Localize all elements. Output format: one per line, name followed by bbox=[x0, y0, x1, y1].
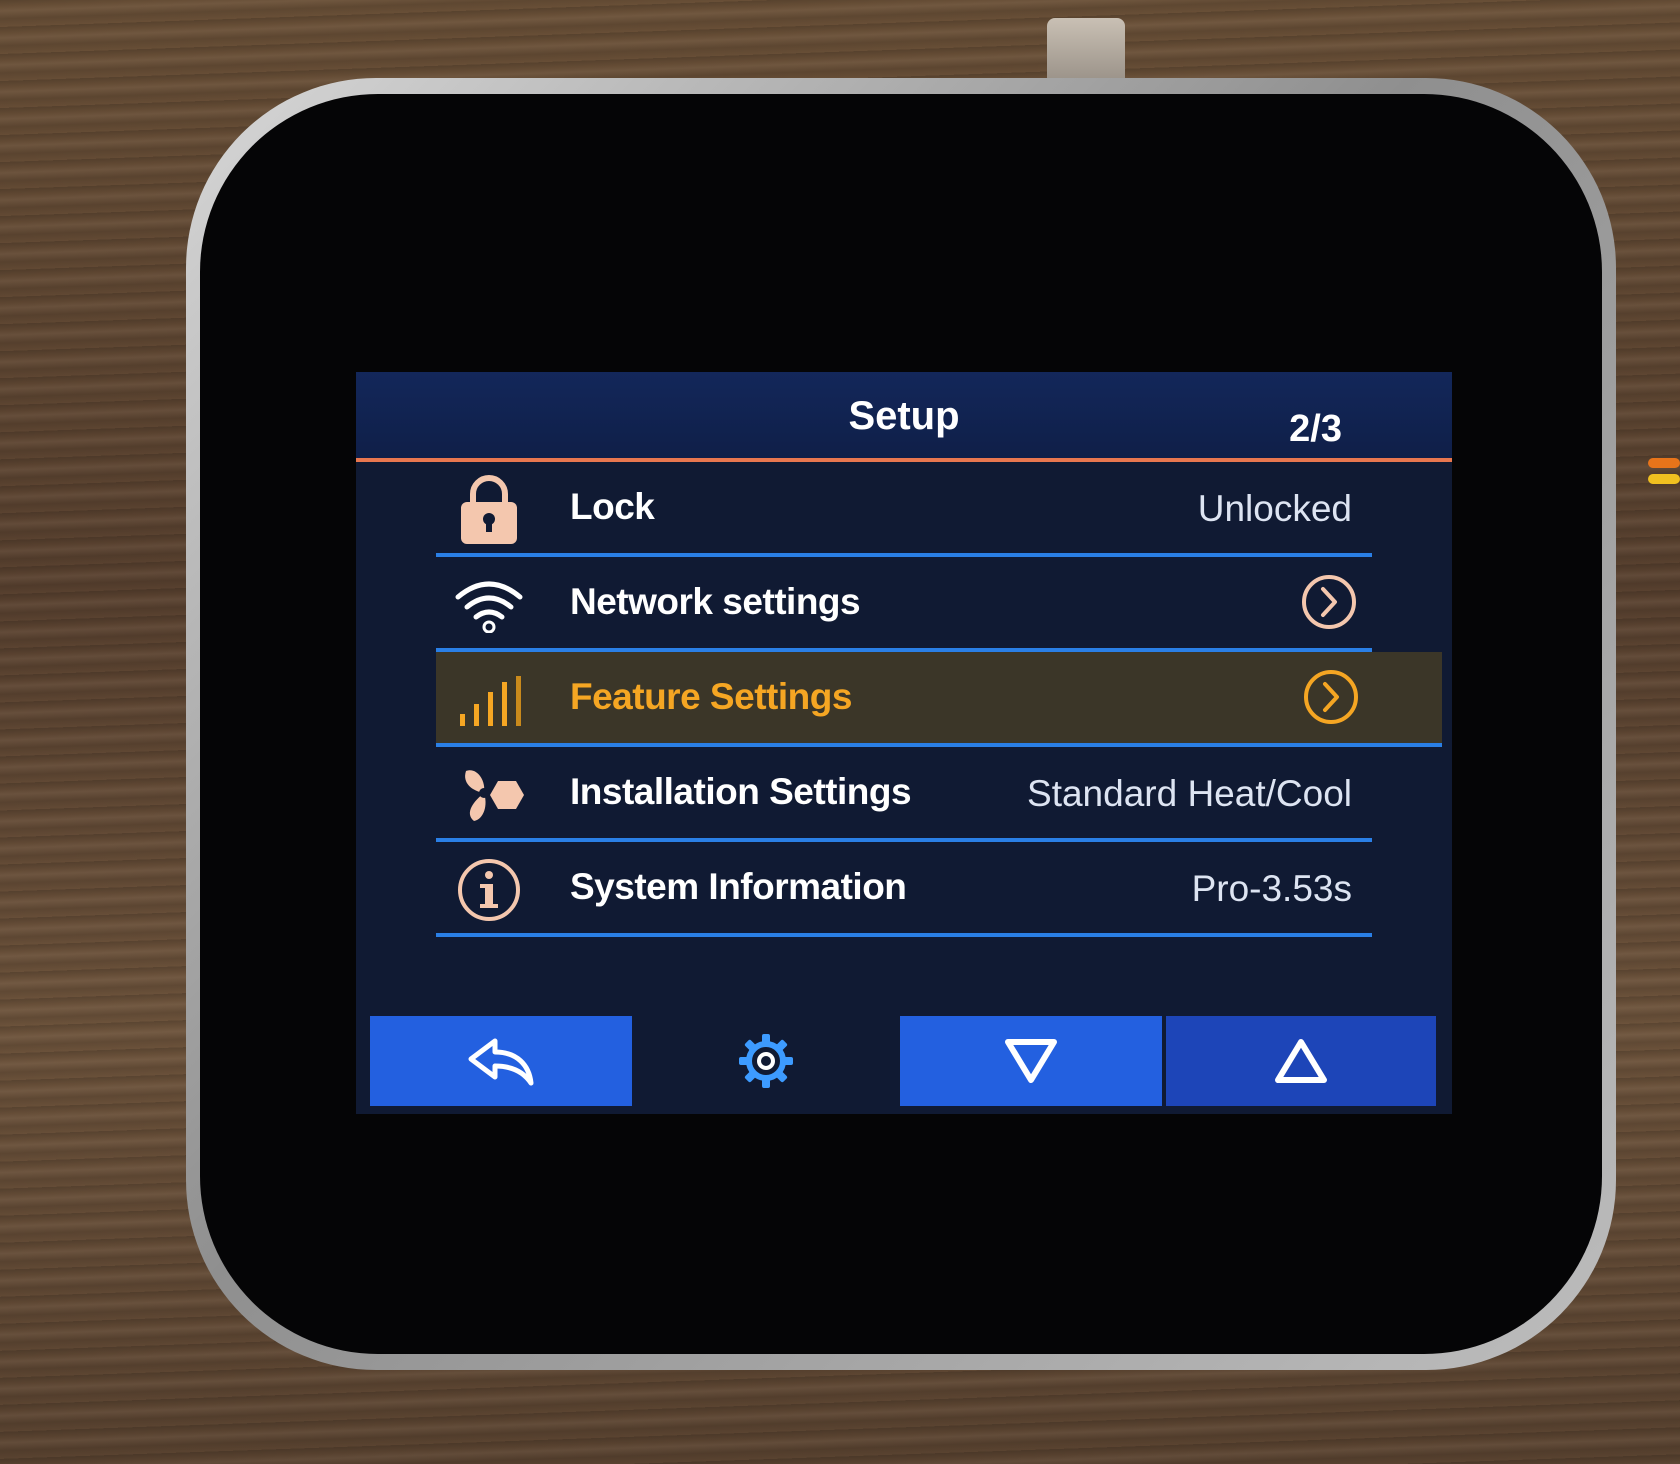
device-wires bbox=[1648, 458, 1680, 522]
menu-value-system-information: Pro-3.53s bbox=[1191, 868, 1352, 909]
wifi-icon bbox=[452, 573, 526, 637]
menu-label-system-information: System Information bbox=[570, 866, 907, 907]
up-triangle-icon bbox=[1275, 1039, 1327, 1083]
menu-value-installation-settings: Standard Heat/Cool bbox=[1027, 773, 1352, 814]
bars-icon bbox=[452, 668, 526, 732]
setup-menu: Lock Unlocked Network settings Feature S… bbox=[356, 462, 1452, 937]
menu-label-lock: Lock bbox=[570, 486, 655, 527]
footer-toolbar bbox=[370, 1016, 1440, 1106]
menu-row-network-settings[interactable]: Network settings bbox=[436, 557, 1372, 652]
thermostat-screen: Setup 2/3 Lock Unlocked Network settings… bbox=[356, 372, 1452, 1114]
page-indicator: 2/3 bbox=[1289, 408, 1342, 450]
menu-label-installation-settings: Installation Settings bbox=[570, 771, 912, 812]
fan-icon bbox=[452, 763, 526, 827]
menu-value-lock: Unlocked bbox=[1197, 488, 1352, 529]
chevron-right-icon[interactable] bbox=[1300, 573, 1358, 636]
info-icon bbox=[452, 858, 526, 922]
lock-icon bbox=[452, 475, 526, 544]
menu-label-network-settings: Network settings bbox=[570, 581, 861, 622]
menu-row-installation-settings[interactable]: Installation Settings Standard Heat/Cool bbox=[436, 747, 1372, 842]
down-triangle-icon bbox=[1005, 1039, 1057, 1083]
gear-icon bbox=[739, 1034, 793, 1088]
scroll-down-button[interactable] bbox=[900, 1016, 1162, 1106]
menu-row-lock[interactable]: Lock Unlocked bbox=[436, 462, 1372, 557]
menu-row-feature-settings[interactable]: Feature Settings bbox=[436, 652, 1442, 747]
back-button[interactable] bbox=[370, 1016, 632, 1106]
back-icon bbox=[468, 1038, 534, 1086]
settings-button[interactable] bbox=[632, 1016, 900, 1106]
chevron-right-icon[interactable] bbox=[1302, 668, 1360, 731]
page-title: Setup bbox=[848, 394, 960, 438]
scroll-up-button[interactable] bbox=[1166, 1016, 1436, 1106]
menu-label-feature-settings: Feature Settings bbox=[570, 676, 852, 717]
header-bar: Setup 2/3 bbox=[356, 372, 1452, 459]
menu-row-system-information[interactable]: System Information Pro-3.53s bbox=[436, 842, 1372, 937]
